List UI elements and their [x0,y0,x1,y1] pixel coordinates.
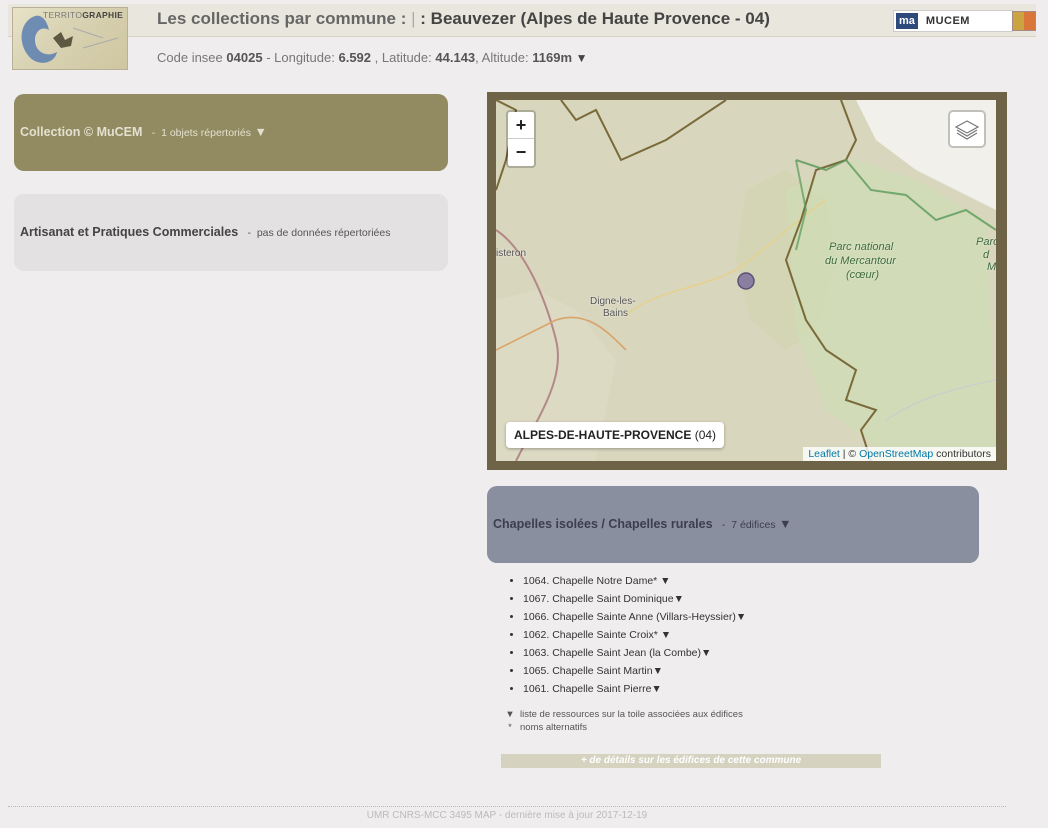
chapel-resources-icon[interactable]: ▼ [736,611,746,623]
chapel-list: 1064. Chapelle Notre Dame* ▼ 1067. Chape… [510,574,746,700]
chapel-name[interactable]: 1066. Chapelle Sainte Anne (Villars-Heys… [523,611,736,623]
park-right-line3: M [987,261,996,273]
zoom-in-button[interactable]: + [508,112,534,139]
chapelles-expand-icon[interactable]: ▼ [779,517,791,531]
altitude-value: 1169m [532,50,573,65]
legend-arrow-icon: ▼ [505,709,515,720]
osm-link[interactable]: OpenStreetMap [859,448,933,460]
legend-asterisk-icon: * [508,722,512,733]
map-tiles [496,100,996,461]
details-link[interactable]: + de détails sur les édifices de cette c… [501,754,881,768]
latitude-value: 44.143 [435,50,476,65]
chapelles-sep: - [721,519,726,531]
chapel-name[interactable]: 1065. Chapelle Saint Martin [523,665,653,677]
region-code: (04) [694,428,717,442]
partner-logos[interactable]: ma MUCEM [893,10,1013,32]
chapel-name[interactable]: 1064. Chapelle Notre Dame* [523,575,657,587]
leaflet-link[interactable]: Leaflet [808,448,840,460]
park-name-line1: Parc national [829,241,894,253]
commune-marker[interactable] [737,272,755,290]
page-title: Les collections par commune : | : Beauve… [157,9,770,29]
legend-row: ▼ liste de ressources sur la toile assoc… [500,709,743,722]
artisanat-sep: - [247,227,251,239]
attribution-separator: | © [842,448,857,460]
logo-text-bold: GRAPHIE [82,10,124,20]
chapel-name[interactable]: 1061. Chapelle Saint Pierre [523,683,651,695]
insee-label: Code insee [157,50,223,65]
chapel-name[interactable]: 1067. Chapelle Saint Dominique [523,593,674,605]
park-right-line1: Parc [976,236,996,248]
layers-icon [954,120,980,140]
place-digne-line1: Digne-les- [590,296,636,307]
info-toggle-icon[interactable]: ▼ [576,51,588,65]
commune-info: Code insee 04025 - Longitude: 6.592 , La… [157,50,588,65]
mp-logo[interactable]: ma [896,13,918,29]
park-right-line2: d [983,249,990,261]
chapel-item[interactable]: 1062. Chapelle Sainte Croix* ▼ [523,628,746,646]
map-attribution: Leaflet | © OpenStreetMap contributors [803,447,996,461]
chapelles-count: 7 édifices [731,519,776,531]
altitude-label: , Altitude: [475,50,529,65]
layers-button[interactable] [948,110,986,148]
mucem-sep: - [151,127,156,139]
park-name-line2: du Mercantour [825,255,896,267]
logo-text-light: TERRITO [43,10,83,20]
chapel-resources-icon[interactable]: ▼ [653,665,663,677]
region-label: ALPES-DE-HAUTE-PROVENCE (04) [506,422,725,448]
place-sisteron: isteron [496,248,527,259]
chapel-resources-icon[interactable]: ▼ [701,647,711,659]
chapel-item[interactable]: 1066. Chapelle Sainte Anne (Villars-Heys… [523,610,746,628]
zoom-out-button[interactable]: − [508,139,534,165]
zoom-control: + − [506,110,536,168]
footer-divider [8,806,1006,807]
footer-text: UMR CNRS-MCC 3495 MAP - dernière mise à … [366,810,648,821]
title-prefix: Les collections par commune : [157,9,407,28]
chapel-item[interactable]: 1067. Chapelle Saint Dominique▼ [523,592,746,610]
region-flag-icon[interactable] [1012,11,1036,31]
place-digne-line2: Bains [603,308,629,319]
chapel-item[interactable]: 1065. Chapelle Saint Martin▼ [523,664,746,682]
chapel-resources-icon[interactable]: ▼ [674,593,684,605]
legend-text: liste de ressources sur la toile associé… [520,709,743,720]
chapel-resources-icon[interactable]: ▼ [658,629,671,641]
chapelles-title: Chapelles isolées / Chapelles rurales [493,517,713,531]
park-name-line3: (cœur) [846,269,879,281]
legend-text: noms alternatifs [520,722,588,733]
chapel-name[interactable]: 1063. Chapelle Saint Jean (la Combe) [523,647,701,659]
latitude-label: , Latitude: [374,50,432,65]
chapel-item[interactable]: 1061. Chapelle Saint Pierre▼ [523,682,746,700]
mucem-count: 1 objets répertoriés [161,127,251,139]
region-name: ALPES-DE-HAUTE-PROVENCE [514,428,692,442]
chapel-resources-icon[interactable]: ▼ [657,575,670,587]
leaflet-map[interactable]: isteron Digne-les- Bains Parc national d… [496,100,996,461]
territographie-logo[interactable]: TERRITOGRAPHIE [12,7,128,70]
mucem-collection-panel[interactable]: Collection © MuCEM - 1 objets répertorié… [14,94,448,171]
chapel-name[interactable]: 1062. Chapelle Sainte Croix* [523,629,658,641]
chapel-resources-icon[interactable]: ▼ [651,683,661,695]
legend-row: * noms alternatifs [500,722,743,735]
title-commune: : Beauvezer (Alpes de Haute Provence - 0… [420,9,770,28]
longitude-label: - Longitude: [266,50,335,65]
artisanat-panel: Artisanat et Pratiques Commerciales - pa… [14,194,448,271]
mucem-expand-icon[interactable]: ▼ [254,125,266,139]
attribution-contributors: contributors [936,448,991,460]
insee-value: 04025 [226,50,263,65]
chapel-item[interactable]: 1064. Chapelle Notre Dame* ▼ [523,574,746,592]
chapelles-panel[interactable]: Chapelles isolées / Chapelles rurales - … [487,486,979,563]
legend: ▼ liste de ressources sur la toile assoc… [500,709,743,735]
title-separator: | [411,9,416,28]
chapel-item[interactable]: 1063. Chapelle Saint Jean (la Combe)▼ [523,646,746,664]
mucem-title: Collection © MuCEM [20,125,143,139]
mucem-logo[interactable]: MUCEM [926,15,970,27]
artisanat-status: pas de données répertoriées [256,227,391,239]
artisanat-title: Artisanat et Pratiques Commerciales [20,225,239,239]
longitude-value: 6.592 [338,50,372,65]
